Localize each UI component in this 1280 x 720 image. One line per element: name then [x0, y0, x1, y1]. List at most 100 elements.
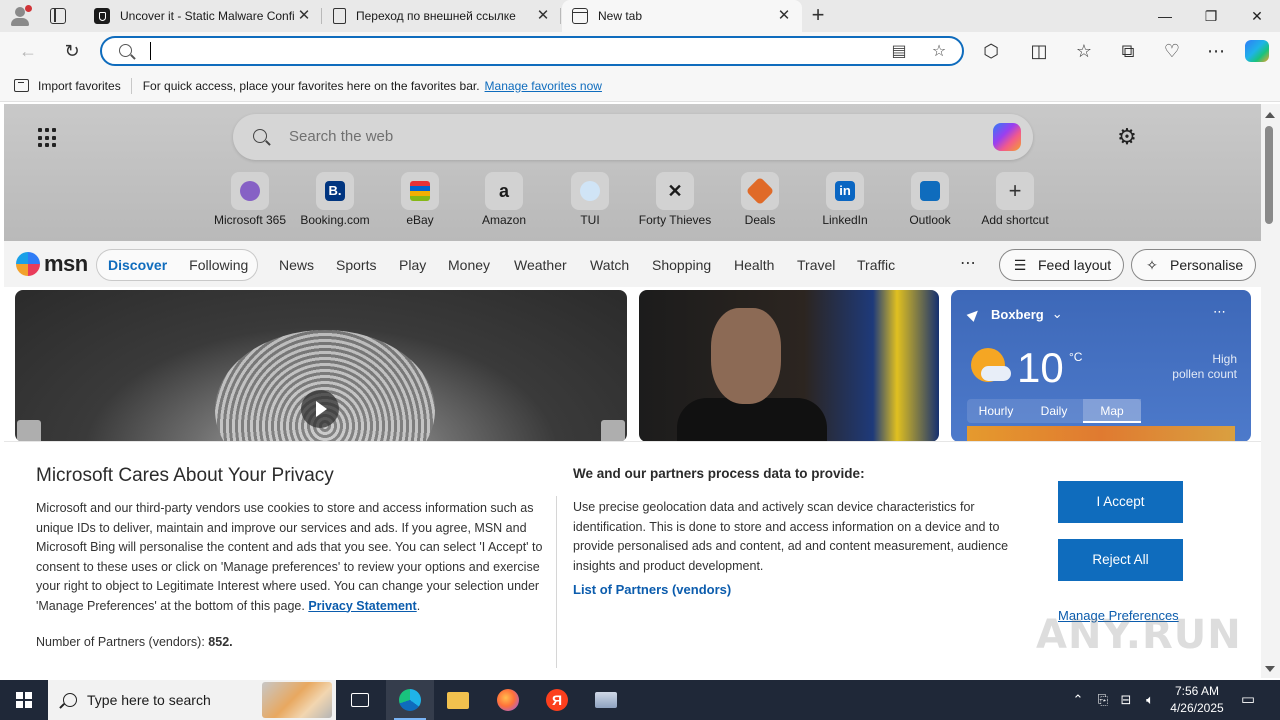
profile-avatar-icon[interactable] — [8, 5, 32, 27]
more-icon[interactable]: ⋯ — [960, 253, 976, 273]
nav-shopping[interactable]: Shopping — [652, 257, 711, 273]
feed-layout-button[interactable]: ☰ Feed layout — [999, 249, 1125, 281]
shortcut-deals[interactable]: Deals — [718, 172, 802, 232]
tab-new-tab[interactable]: New tab ✕ — [562, 0, 802, 32]
weather-card[interactable]: Boxberg ⌄ ⋯ 10 °C High pollen count Hour… — [951, 290, 1251, 442]
weather-location[interactable]: Boxberg ⌄ — [966, 306, 1063, 322]
scrollbar-thumb[interactable] — [1265, 126, 1273, 224]
tab-following[interactable]: Following — [178, 257, 259, 273]
gear-icon[interactable]: ⚙ — [1116, 126, 1138, 148]
settings-more-icon[interactable]: ⋯ — [1202, 37, 1230, 65]
shortcut-ebay[interactable]: eBay — [378, 172, 462, 232]
scroll-up-icon[interactable] — [1265, 112, 1275, 118]
taskbar-app[interactable] — [582, 680, 630, 720]
nav-play[interactable]: Play — [399, 257, 426, 273]
weather-map[interactable] — [967, 426, 1235, 442]
collections-icon[interactable]: ⧉ — [1114, 37, 1142, 65]
network-icon[interactable]: ⊟ — [1116, 680, 1136, 720]
shortcut-booking[interactable]: B. Booking.com — [293, 172, 377, 232]
manage-favorites-link[interactable]: Manage favorites now — [485, 79, 602, 93]
tab-discover[interactable]: Discover — [97, 257, 178, 273]
tab-actions-icon[interactable] — [50, 8, 66, 24]
app-launcher-icon[interactable] — [38, 128, 58, 148]
news-card[interactable] — [639, 290, 939, 442]
favorites-icon[interactable]: ☆ — [1070, 37, 1098, 65]
volume-icon[interactable]: 🔈︎ — [1139, 680, 1161, 720]
minimize-button[interactable]: — — [1142, 0, 1188, 32]
nav-sports[interactable]: Sports — [336, 257, 376, 273]
notifications-icon[interactable]: ▭ — [1236, 680, 1260, 720]
task-view-button[interactable] — [336, 680, 384, 720]
import-favorites-button[interactable]: Import favorites — [14, 79, 121, 93]
taskbar-edge[interactable] — [386, 680, 434, 720]
weather-tab-daily[interactable]: Daily — [1025, 399, 1083, 423]
close-icon[interactable]: ✕ — [776, 8, 792, 24]
copilot-icon[interactable] — [993, 123, 1021, 151]
immersive-reader-icon[interactable]: ▤ — [888, 41, 910, 63]
page-scrollbar[interactable] — [1261, 104, 1280, 678]
list-of-partners-link[interactable]: List of Partners (vendors) — [573, 582, 731, 597]
copilot-icon[interactable] — [1245, 40, 1269, 62]
taskbar-file-explorer[interactable] — [434, 680, 482, 720]
weather-tab-hourly[interactable]: Hourly — [967, 399, 1025, 423]
web-search-box[interactable]: Search the web — [233, 114, 1033, 160]
tab-uncover-it[interactable]: Uncover it - Static Malware Confi ✕ — [84, 0, 322, 32]
nav-traffic[interactable]: Traffic — [857, 257, 895, 273]
personalise-button[interactable]: ✧ Personalise — [1131, 249, 1257, 281]
chevron-up-icon[interactable]: ⌃ — [1068, 680, 1088, 720]
search-highlight-image — [262, 682, 332, 718]
shortcut-add[interactable]: + Add shortcut — [973, 172, 1057, 232]
reject-all-button[interactable]: Reject All — [1058, 539, 1183, 581]
tab-external-link[interactable]: Переход по внешней ссылке ✕ — [323, 0, 561, 32]
video-card[interactable] — [15, 290, 627, 442]
play-icon[interactable] — [301, 390, 339, 428]
favorite-star-icon[interactable]: ☆ — [928, 41, 950, 63]
partners-number: 852. — [208, 635, 233, 649]
nav-health[interactable]: Health — [734, 257, 774, 273]
new-tab-header: Search the web ⚙ Microsoft 365 B. Bookin… — [4, 104, 1261, 241]
back-button[interactable]: ← — [14, 37, 42, 65]
more-icon[interactable]: ⋯ — [1213, 304, 1226, 320]
close-icon[interactable]: ✕ — [535, 8, 551, 24]
firefox-icon — [497, 689, 519, 711]
carousel-next-button[interactable] — [601, 420, 625, 442]
extensions-icon[interactable]: ⬡ — [977, 37, 1005, 65]
privacy-statement-link[interactable]: Privacy Statement — [308, 599, 416, 613]
task-view-icon — [351, 693, 369, 707]
shortcut-microsoft-365[interactable]: Microsoft 365 — [208, 172, 292, 232]
shortcut-amazon[interactable]: a Amazon — [462, 172, 546, 232]
shortcut-label: Booking.com — [300, 213, 370, 227]
close-window-button[interactable]: ✕ — [1234, 0, 1280, 32]
shortcut-outlook[interactable]: Outlook — [888, 172, 972, 232]
accept-button[interactable]: I Accept — [1058, 481, 1183, 523]
nav-travel[interactable]: Travel — [797, 257, 835, 273]
carousel-prev-button[interactable] — [17, 420, 41, 442]
restore-button[interactable]: ❐ — [1188, 0, 1234, 32]
browser-essentials-icon[interactable]: ♡ — [1158, 37, 1186, 65]
msn-logo[interactable]: msn — [16, 250, 88, 278]
nav-weather[interactable]: Weather — [514, 257, 567, 273]
split-screen-icon[interactable]: ◫ — [1025, 37, 1053, 65]
shortcut-linkedin[interactable]: in LinkedIn — [803, 172, 887, 232]
system-clock[interactable]: 7:56 AM 4/26/2025 — [1162, 683, 1232, 717]
weather-tab-map[interactable]: Map — [1083, 399, 1141, 423]
new-tab-button[interactable]: + — [806, 4, 830, 28]
taskbar-yandex[interactable]: Я — [533, 680, 581, 720]
nav-watch[interactable]: Watch — [590, 257, 629, 273]
address-bar[interactable]: ▤ ☆ — [100, 36, 964, 66]
shortcut-label: LinkedIn — [822, 213, 868, 227]
scroll-down-icon[interactable] — [1265, 666, 1275, 672]
refresh-button[interactable]: ↻ — [58, 37, 86, 65]
shortcut-tui[interactable]: TUI — [548, 172, 632, 232]
device-icon[interactable]: ⎘ — [1093, 680, 1113, 720]
nav-news[interactable]: News — [279, 257, 314, 273]
amazon-icon: a — [498, 181, 509, 201]
address-input[interactable] — [148, 41, 868, 61]
divider — [130, 77, 132, 94]
nav-money[interactable]: Money — [448, 257, 490, 273]
shortcut-forty-thieves[interactable]: ✕ Forty Thieves — [633, 172, 717, 232]
close-icon[interactable]: ✕ — [296, 8, 312, 24]
taskbar-search-box[interactable]: Type here to search — [48, 680, 336, 720]
start-button[interactable] — [0, 680, 48, 720]
taskbar-firefox[interactable] — [484, 680, 532, 720]
